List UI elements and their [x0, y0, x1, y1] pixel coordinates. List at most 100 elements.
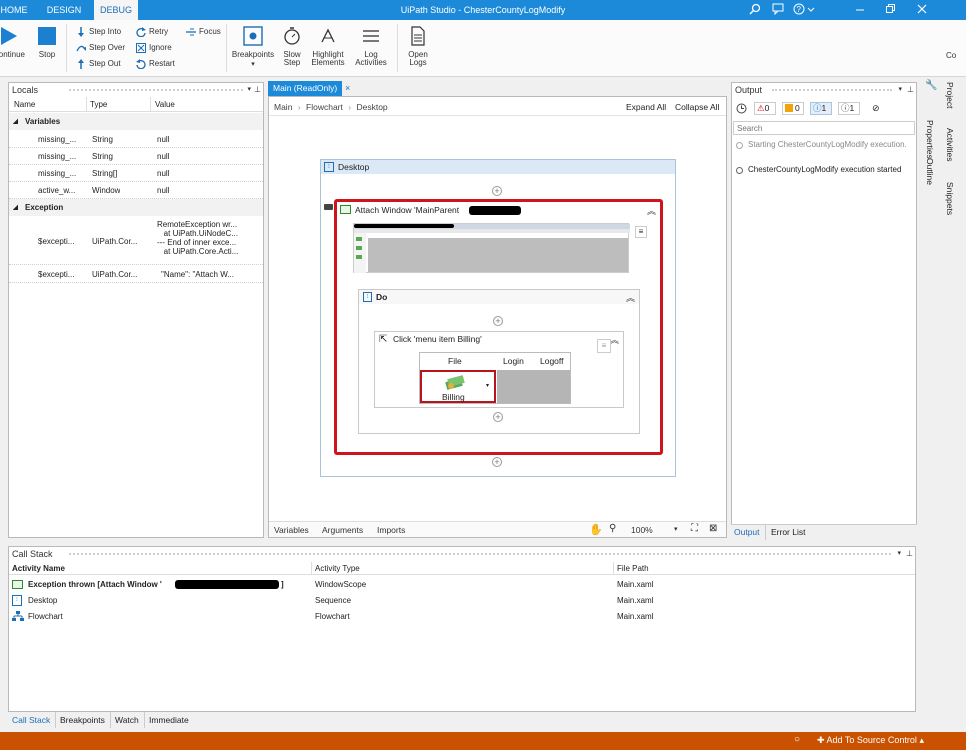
tab-main-readonly[interactable]: Main (ReadOnly) — [268, 81, 342, 96]
exception-row[interactable]: $excepti... UiPath.Cor... "Name": "Attac… — [9, 266, 263, 283]
fit-screen-icon[interactable]: ⛶ — [691, 523, 698, 534]
column-file-path[interactable]: File Path — [617, 562, 649, 575]
variable-row[interactable]: missing_... String[] null — [9, 165, 263, 182]
clear-icon[interactable]: ⊘ — [872, 103, 880, 114]
breadcrumb-item[interactable]: Flowchart — [306, 102, 343, 112]
chevron-down-icon[interactable]: ▾ — [897, 547, 901, 561]
click-activity[interactable]: ⇱ Click 'menu item Billing' ︽ File Login… — [374, 331, 624, 408]
activities-tab[interactable]: Activities — [945, 128, 955, 162]
info-filter[interactable]: ⓘ1 — [810, 102, 832, 115]
add-activity-icon[interactable]: + — [493, 316, 503, 326]
slow-step-button[interactable]: Slow Step — [280, 26, 304, 67]
zoom-icon[interactable]: ⚲ — [609, 523, 616, 534]
do-sequence[interactable]: ⁝ Do ︽ + ⇱ Click 'menu item Billing' ︽ F… — [358, 289, 640, 434]
close-tab-icon[interactable]: × — [345, 81, 350, 96]
column-value[interactable]: Value — [155, 97, 175, 112]
chevron-down-icon[interactable]: ▾ — [898, 83, 902, 97]
restart-button[interactable]: Restart — [136, 58, 175, 70]
notification-icon[interactable]: ○ — [794, 734, 800, 745]
stop-button[interactable]: Stop — [34, 26, 60, 59]
collapse-all-button[interactable]: Collapse All — [675, 102, 719, 112]
step-into-button[interactable]: Step Into — [76, 26, 121, 38]
menu-icon[interactable]: ≡ — [597, 339, 611, 353]
imports-tab[interactable]: Imports — [377, 525, 405, 535]
call-stack-row[interactable]: ⁝ Desktop Sequence Main.xaml — [9, 593, 915, 608]
ignore-button[interactable]: Ignore — [136, 42, 172, 54]
output-tab[interactable]: Output — [734, 527, 760, 537]
chevron-down-icon[interactable]: ▾ — [674, 525, 678, 533]
search-icon[interactable] — [745, 3, 765, 17]
add-to-source-control-button[interactable]: ✚ Add To Source Control ▴ — [817, 735, 924, 746]
continue-button[interactable]: Continue — [0, 26, 28, 59]
column-type[interactable]: Type — [90, 97, 107, 112]
step-over-button[interactable]: Step Over — [76, 42, 125, 54]
outline-tab[interactable]: Outline — [925, 158, 935, 185]
minimize-icon[interactable] — [850, 3, 870, 17]
variable-row[interactable]: missing_... String null — [9, 131, 263, 148]
output-search-input[interactable] — [733, 121, 915, 135]
collapse-icon[interactable]: ︽ — [647, 204, 656, 218]
feedback-icon[interactable] — [768, 3, 788, 17]
breakpoints-button[interactable]: Breakpoints ▾ — [228, 26, 278, 69]
collapse-triangle-icon[interactable]: ◢ — [13, 199, 18, 216]
error-filter[interactable]: ⚠0 — [754, 102, 776, 115]
arguments-tab[interactable]: Arguments — [322, 525, 363, 535]
trace-filter[interactable]: ⓘ1 — [838, 102, 860, 115]
step-out-button[interactable]: Step Out — [76, 58, 121, 70]
column-activity-type[interactable]: Activity Type — [315, 562, 360, 575]
error-list-tab[interactable]: Error List — [771, 527, 805, 537]
collapse-icon[interactable]: ︽ — [626, 291, 635, 305]
immediate-tab[interactable]: Immediate — [149, 715, 189, 725]
desktop-sequence[interactable]: ⁝ Desktop + Attach Window 'MainParent ︽ — [320, 159, 676, 477]
menu-icon[interactable]: ≡ — [635, 226, 647, 238]
breadcrumb-item[interactable]: Desktop — [356, 102, 387, 112]
properties-tab[interactable]: Properties — [925, 120, 935, 159]
log-activities-button[interactable]: Log Activities — [352, 26, 390, 67]
clock-icon[interactable] — [736, 103, 747, 114]
snippets-tab[interactable]: Snippets — [945, 182, 955, 215]
column-activity-name[interactable]: Activity Name — [12, 562, 65, 575]
variables-tab[interactable]: Variables — [274, 525, 309, 535]
highlight-elements-button[interactable]: Highlight Elements — [308, 26, 348, 67]
attach-window-activity[interactable]: Attach Window 'MainParent ︽ ≡ ⁝ Do ︽ + ⇱… — [334, 199, 663, 455]
hand-icon[interactable]: ✋ — [589, 523, 603, 536]
expand-all-button[interactable]: Expand All — [626, 102, 666, 112]
pin-icon[interactable]: ⊥ — [254, 83, 261, 97]
warning-filter[interactable]: 0 — [782, 102, 804, 115]
tab-design[interactable]: DESIGN — [40, 0, 88, 20]
variable-row[interactable]: active_w... Window null — [9, 182, 263, 199]
tab-home[interactable]: HOME — [0, 0, 28, 20]
add-activity-icon[interactable]: + — [492, 457, 502, 467]
retry-button[interactable]: Retry — [136, 26, 168, 38]
breadcrumb-item[interactable]: Main — [274, 102, 292, 112]
variable-name: missing_... — [38, 169, 77, 178]
call-stack-tab[interactable]: Call Stack — [12, 715, 50, 725]
column-name[interactable]: Name — [14, 97, 35, 112]
variables-group[interactable]: ◢ Variables — [9, 113, 263, 130]
pin-icon[interactable]: ⊥ — [906, 547, 913, 561]
breakpoints-tab[interactable]: Breakpoints — [60, 715, 105, 725]
restore-icon[interactable] — [880, 3, 900, 17]
exception-row[interactable]: $excepti... UiPath.Cor... RemoteExceptio… — [9, 217, 263, 265]
add-activity-icon[interactable]: + — [492, 186, 502, 196]
chevron-down-icon[interactable]: ▾ — [247, 83, 251, 97]
close-icon[interactable] — [912, 3, 932, 17]
variable-type: String[] — [92, 169, 118, 178]
open-logs-button[interactable]: Open Logs — [402, 26, 434, 67]
help-icon[interactable]: ? — [792, 3, 816, 17]
call-stack-row[interactable]: Flowchart Flowchart Main.xaml — [9, 609, 915, 624]
collapse-icon[interactable]: ︽ — [610, 333, 619, 347]
watch-tab[interactable]: Watch — [115, 715, 139, 725]
overview-icon[interactable]: ⊠ — [709, 523, 717, 534]
call-stack-row[interactable]: Exception thrown [Attach Window ' ] Wind… — [9, 577, 915, 592]
add-activity-icon[interactable]: + — [493, 412, 503, 422]
focus-button[interactable]: Focus — [186, 26, 221, 38]
pin-icon[interactable]: ⊥ — [907, 83, 914, 97]
zoom-level[interactable]: 100% — [631, 525, 653, 535]
tab-debug[interactable]: DEBUG — [94, 0, 138, 20]
variable-row[interactable]: missing_... String null — [9, 148, 263, 165]
exception-group[interactable]: ◢ Exception — [9, 199, 263, 216]
locals-column-headers: Name Type Value — [9, 97, 263, 112]
project-tab[interactable]: Project — [945, 82, 955, 108]
collapse-triangle-icon[interactable]: ◢ — [13, 113, 18, 130]
